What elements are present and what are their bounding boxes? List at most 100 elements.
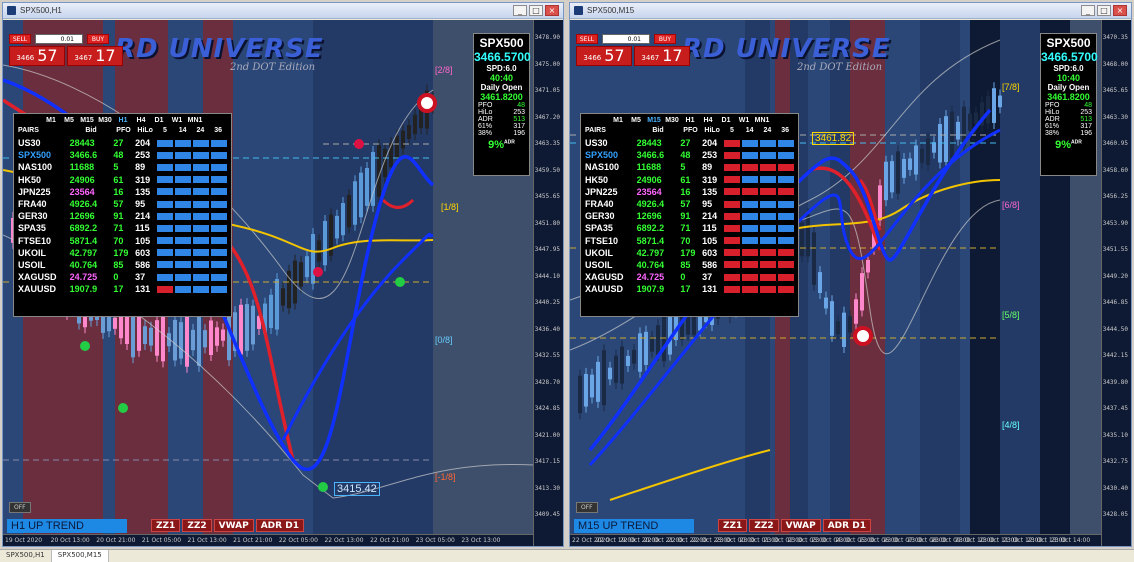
indicator-button-zz2[interactable]: ZZ2 xyxy=(749,519,779,532)
pair-row[interactable]: US30 28443 27 204 xyxy=(18,137,227,149)
pair-symbol[interactable]: USOIL xyxy=(18,260,70,270)
pair-row[interactable]: SPA35 6892.2 71 115 xyxy=(18,222,227,234)
tf-button-m5[interactable]: M5 xyxy=(60,117,78,127)
pair-symbol[interactable]: UKOIL xyxy=(585,248,637,258)
pair-row[interactable]: FTSE10 5871.4 70 105 xyxy=(18,235,227,247)
pair-row[interactable]: USOIL 40.764 85 586 xyxy=(585,259,794,271)
pair-symbol[interactable]: NAS100 xyxy=(18,162,70,172)
pair-row[interactable]: SPX500 3466.6 48 253 xyxy=(18,149,227,161)
pair-symbol[interactable]: US30 xyxy=(585,138,637,148)
buy-price-box[interactable]: 3467 17 xyxy=(67,46,123,66)
pair-row[interactable]: FTSE10 5871.4 70 105 xyxy=(585,235,794,247)
tf-button-m15[interactable]: M15 xyxy=(78,117,96,127)
tf-button-m5[interactable]: M5 xyxy=(627,117,645,127)
pair-symbol[interactable]: HK50 xyxy=(585,175,637,185)
indicator-button-zz2[interactable]: ZZ2 xyxy=(182,519,212,532)
indicator-button-vwap[interactable]: VWAP xyxy=(780,519,821,532)
pair-row[interactable]: GER30 12696 91 214 xyxy=(585,210,794,222)
tab-spx500-m15[interactable]: SPX500,M15 xyxy=(51,550,109,562)
sell-button[interactable]: SELL xyxy=(576,34,598,44)
tf-button-m1[interactable]: M1 xyxy=(609,117,627,127)
off-toggle[interactable]: OFF xyxy=(9,502,31,513)
buy-button[interactable]: BUY xyxy=(654,34,676,44)
indicator-button-zz1[interactable]: ZZ1 xyxy=(151,519,181,532)
pair-symbol[interactable]: SPA35 xyxy=(585,223,637,233)
minimize-button[interactable]: _ xyxy=(513,5,527,16)
pair-row[interactable]: UKOIL 42.797 179 603 xyxy=(585,247,794,259)
pair-symbol[interactable]: FTSE10 xyxy=(585,236,637,246)
pair-row[interactable]: JPN225 23564 16 135 xyxy=(585,186,794,198)
indicator-button-adr-d1[interactable]: ADR D1 xyxy=(255,519,304,532)
price-axis[interactable]: 3470.35 3468.00 3465.65 3463.30 3460.95 3458.… xyxy=(1101,20,1131,546)
close-button[interactable]: × xyxy=(545,5,559,16)
pair-row[interactable]: US30 28443 27 204 xyxy=(585,137,794,149)
time-axis[interactable]: 22 Oct 2020 22 Oct 19:00 22 Oct 20:00 22 Oc… xyxy=(570,534,1101,546)
pair-symbol[interactable]: FTSE10 xyxy=(18,236,70,246)
price-chart[interactable]: 3470.35 3468.00 3465.65 3463.30 3460.95 3458.… xyxy=(570,20,1131,546)
tf-button-w1[interactable]: W1 xyxy=(735,117,753,127)
price-axis[interactable]: 3478.90 3475.00 3471.05 3467.20 3463.35 3459.… xyxy=(533,20,563,546)
pair-row[interactable]: XAGUSD 24.725 0 37 xyxy=(18,271,227,283)
tf-button-h4[interactable]: H4 xyxy=(699,117,717,127)
tf-button-m1[interactable]: M1 xyxy=(42,117,60,127)
pair-row[interactable]: FRA40 4926.4 57 95 xyxy=(585,198,794,210)
pair-symbol[interactable]: XAGUSD xyxy=(585,272,637,282)
pair-symbol[interactable]: US30 xyxy=(18,138,70,148)
chart-window-m15[interactable]: SPX500,M15 _ □ × 3470.35 3468.00 3465.65 34… xyxy=(569,2,1132,547)
pair-symbol[interactable]: XAUUSD xyxy=(585,284,637,294)
time-axis[interactable]: 19 Oct 2020 20 Oct 13:00 20 Oct 21:00 21 Oc… xyxy=(3,534,533,546)
pair-symbol[interactable]: JPN225 xyxy=(585,187,637,197)
sell-price-box[interactable]: 3466 57 xyxy=(576,46,632,66)
pair-row[interactable]: SPX500 3466.6 48 253 xyxy=(585,149,794,161)
pair-symbol[interactable]: FRA40 xyxy=(585,199,637,209)
indicator-button-adr-d1[interactable]: ADR D1 xyxy=(822,519,871,532)
pair-row[interactable]: XAUUSD 1907.9 17 131 xyxy=(585,283,794,295)
tf-button-m30[interactable]: M30 xyxy=(663,117,681,127)
sell-button[interactable]: SELL xyxy=(9,34,31,44)
window-titlebar[interactable]: SPX500,M15 _ □ × xyxy=(570,3,1131,19)
tf-button-w1[interactable]: W1 xyxy=(168,117,186,127)
tf-button-mn1[interactable]: MN1 xyxy=(186,117,204,127)
tf-button-h1[interactable]: H1 xyxy=(114,117,132,127)
tf-button-m30[interactable]: M30 xyxy=(96,117,114,127)
pair-row[interactable]: XAUUSD 1907.9 17 131 xyxy=(18,283,227,295)
pair-row[interactable]: HK50 24906 61 319 xyxy=(585,174,794,186)
maximize-button[interactable]: □ xyxy=(1097,5,1111,16)
pair-symbol[interactable]: XAGUSD xyxy=(18,272,70,282)
pair-row[interactable]: UKOIL 42.797 179 603 xyxy=(18,247,227,259)
pair-symbol[interactable]: XAUUSD xyxy=(18,284,70,294)
tf-button-h4[interactable]: H4 xyxy=(132,117,150,127)
pair-row[interactable]: FRA40 4926.4 57 95 xyxy=(18,198,227,210)
tf-button-mn1[interactable]: MN1 xyxy=(753,117,771,127)
pair-row[interactable]: SPA35 6892.2 71 115 xyxy=(585,222,794,234)
pair-symbol[interactable]: USOIL xyxy=(585,260,637,270)
tf-button-h1[interactable]: H1 xyxy=(681,117,699,127)
pair-symbol[interactable]: UKOIL xyxy=(18,248,70,258)
tf-button-d1[interactable]: D1 xyxy=(150,117,168,127)
pair-symbol[interactable]: JPN225 xyxy=(18,187,70,197)
pair-symbol[interactable]: GER30 xyxy=(585,211,637,221)
tf-button-m15[interactable]: M15 xyxy=(645,117,663,127)
pair-row[interactable]: GER30 12696 91 214 xyxy=(18,210,227,222)
off-toggle[interactable]: OFF xyxy=(576,502,598,513)
pair-row[interactable]: XAGUSD 24.725 0 37 xyxy=(585,271,794,283)
pair-row[interactable]: JPN225 23564 16 135 xyxy=(18,186,227,198)
pair-row[interactable]: NAS100 11688 5 89 xyxy=(18,161,227,173)
lot-size-input[interactable]: 0.01 xyxy=(602,34,650,44)
tab-spx500-h1[interactable]: SPX500,H1 xyxy=(0,550,52,562)
pair-symbol[interactable]: SPX500 xyxy=(585,150,637,160)
buy-price-box[interactable]: 3467 17 xyxy=(634,46,690,66)
close-button[interactable]: × xyxy=(1113,5,1127,16)
price-chart[interactable]: 3478.90 3475.00 3471.05 3467.20 3463.35 3459.… xyxy=(3,20,563,546)
window-titlebar[interactable]: SPX500,H1 _ □ × xyxy=(3,3,563,19)
pair-symbol[interactable]: GER30 xyxy=(18,211,70,221)
lot-size-input[interactable]: 0.01 xyxy=(35,34,83,44)
buy-button[interactable]: BUY xyxy=(87,34,109,44)
pair-row[interactable]: HK50 24906 61 319 xyxy=(18,174,227,186)
chart-window-h1[interactable]: SPX500,H1 _ □ × 3478.90 3475.00 3471.05 346… xyxy=(2,2,564,547)
minimize-button[interactable]: _ xyxy=(1081,5,1095,16)
indicator-button-zz1[interactable]: ZZ1 xyxy=(718,519,748,532)
tf-button-d1[interactable]: D1 xyxy=(717,117,735,127)
pair-symbol[interactable]: NAS100 xyxy=(585,162,637,172)
sell-price-box[interactable]: 3466 57 xyxy=(9,46,65,66)
